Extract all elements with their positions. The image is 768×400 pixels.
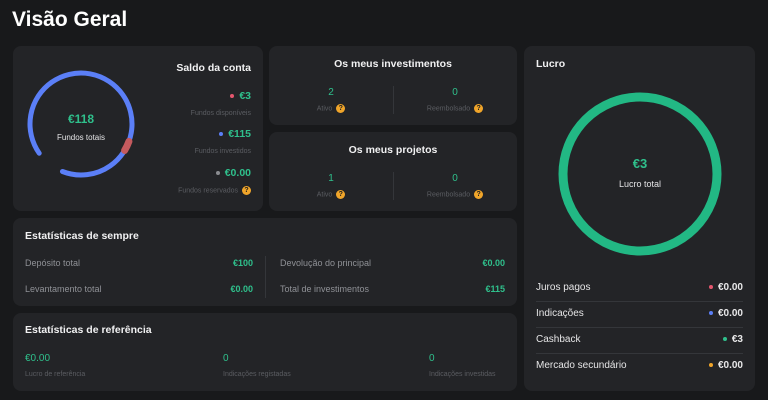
- deposit-value: €100: [232, 258, 253, 268]
- info-icon[interactable]: ?: [474, 190, 484, 199]
- my-investments-card: Os meus investimentos 2 Ativo? 0 Reembol…: [269, 46, 517, 125]
- alltime-title: Estatísticas de sempre: [25, 230, 139, 242]
- invested-funds-label: Fundos investidos: [194, 148, 251, 155]
- investments-title: Os meus investimentos: [334, 58, 452, 70]
- referral-profit-value: €0.00: [25, 353, 51, 364]
- reserved-funds-label: Fundos reservados?: [178, 186, 251, 195]
- available-funds-label: Fundos disponíveis: [190, 110, 251, 117]
- investments-repaid-value: 0: [452, 87, 458, 98]
- my-projects-card: Os meus projetos 1 Ativo? 0 Reembolsado?: [269, 132, 517, 211]
- profit-row-cashback: Cashback €3: [536, 334, 743, 345]
- referral-title: Estatísticas de referência: [25, 324, 152, 336]
- withdraw-label: Levantamento total: [25, 284, 102, 294]
- alltime-stats-card: Estatísticas de sempre Depósito total €1…: [13, 218, 517, 306]
- profit-donut-chart: [558, 92, 722, 256]
- invested-dot: [219, 132, 224, 137]
- referral-profit-label: Lucro de referência: [25, 371, 86, 378]
- deposit-label: Depósito total: [25, 258, 81, 268]
- ring-profit: [558, 92, 722, 256]
- principal-label: Devolução do principal: [280, 258, 372, 268]
- info-icon[interactable]: ?: [336, 104, 346, 113]
- investments-total-value: €115: [485, 284, 505, 294]
- principal-value: €0.00: [482, 258, 505, 268]
- info-icon[interactable]: ?: [336, 190, 346, 199]
- referral-registered-label: Indicações registadas: [223, 371, 291, 378]
- projects-active-value: 1: [328, 173, 334, 184]
- page-title: Visão Geral: [12, 8, 128, 31]
- profit-row-secondary-market: Mercado secundário €0.00: [536, 360, 743, 371]
- available-dot: [230, 94, 235, 99]
- info-icon[interactable]: ?: [242, 186, 251, 195]
- projects-repaid-label: Reembolsado?: [393, 190, 517, 199]
- projects-repaid-value: 0: [452, 173, 458, 184]
- investments-total-label: Total de investimentos: [280, 284, 370, 294]
- investments-active-value: 2: [328, 87, 334, 98]
- projects-title: Os meus projetos: [348, 144, 438, 156]
- referral-invested-label: Indicações investidas: [429, 371, 496, 378]
- info-icon[interactable]: ?: [474, 104, 484, 113]
- referral-stats-card: Estatísticas de referência €0.00 Lucro d…: [13, 313, 517, 391]
- profit-title: Lucro: [536, 58, 566, 70]
- withdraw-value: €0.00: [230, 284, 253, 294]
- profit-card: Lucro €3 Lucro total Juros pagos €0.00 I…: [524, 46, 755, 391]
- account-total-value: €118: [67, 112, 95, 126]
- reserved-dot: [215, 171, 220, 176]
- profit-total-value: €3: [632, 156, 648, 171]
- reserved-funds-value: €0.00: [215, 167, 251, 179]
- profit-total-label: Lucro total: [618, 179, 662, 189]
- invested-funds-value: €115: [219, 128, 251, 140]
- account-title: Saldo da conta: [176, 62, 251, 74]
- account-balance-card: €118 Fundos totais Saldo da conta €3 Fun…: [13, 46, 263, 211]
- profit-row-referrals: Indicações €0.00: [536, 308, 743, 319]
- profit-row-interest: Juros pagos €0.00: [536, 282, 743, 293]
- investments-active-label: Ativo?: [269, 104, 393, 113]
- referral-registered-value: 0: [223, 353, 229, 364]
- available-funds-value: €3: [230, 90, 251, 102]
- investments-repaid-label: Reembolsado?: [393, 104, 517, 113]
- referral-invested-value: 0: [429, 353, 435, 364]
- projects-active-label: Ativo?: [269, 190, 393, 199]
- account-total-label: Fundos totais: [56, 133, 106, 142]
